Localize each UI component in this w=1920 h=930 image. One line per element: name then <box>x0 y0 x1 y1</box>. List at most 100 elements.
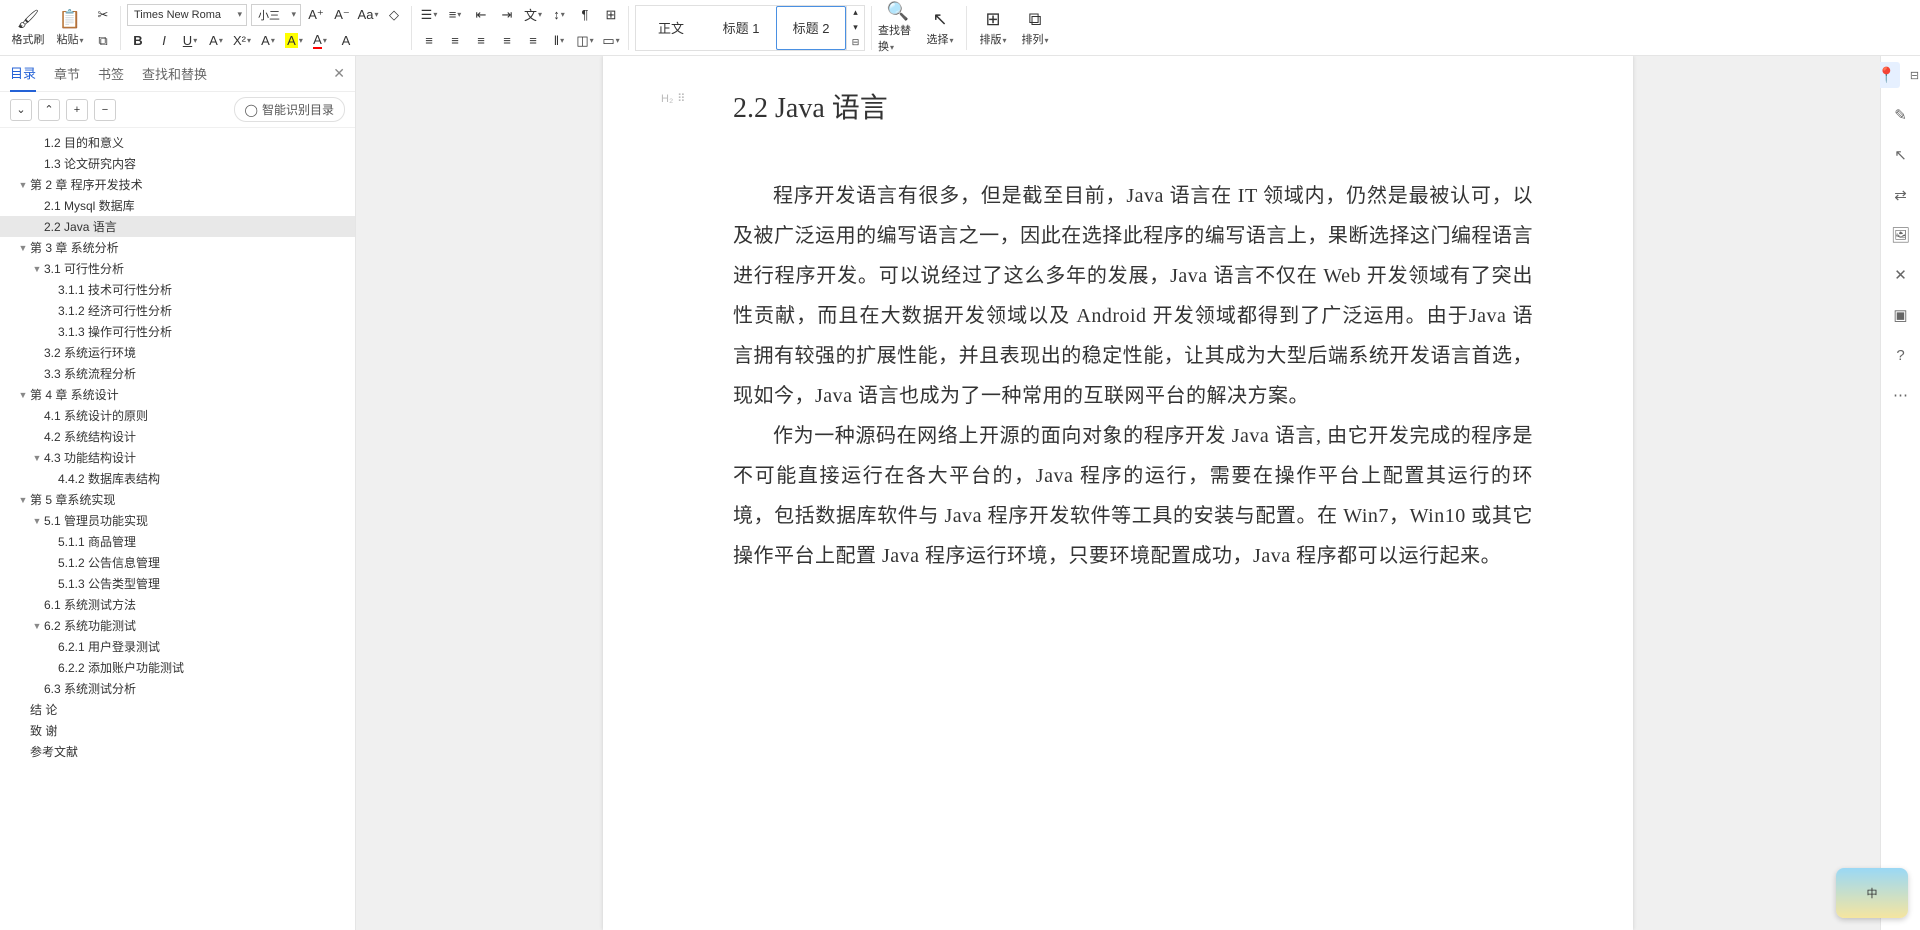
copy-button[interactable]: ⧉ <box>92 30 114 52</box>
align-justify-button[interactable]: ≡ <box>496 30 518 52</box>
align-right-button[interactable]: ≡ <box>470 30 492 52</box>
heading-level-indicator[interactable]: H₂ ⠿ <box>661 92 685 105</box>
outline-item[interactable]: 3.1.3 操作可行性分析 <box>0 321 355 342</box>
layout-button[interactable]: ⊞ 排版 <box>973 2 1013 54</box>
italic-button[interactable]: I <box>153 30 175 52</box>
find-replace-button[interactable]: 🔍 查找替换 <box>878 2 918 54</box>
outline-item[interactable]: 3.3 系统流程分析 <box>0 363 355 384</box>
paragraph[interactable]: 作为一种源码在网络上开源的面向对象的程序开发 Java 语言, 由它开发完成的程… <box>733 416 1533 576</box>
sidebar-close-button[interactable]: ✕ <box>333 65 345 82</box>
outline-item[interactable]: ▼3.1 可行性分析 <box>0 258 355 279</box>
highlight-color-button[interactable]: A <box>283 30 305 52</box>
decrease-font-button[interactable]: A⁻ <box>331 4 353 26</box>
outline-item[interactable]: 1.3 论文研究内容 <box>0 153 355 174</box>
outline-item[interactable]: ▼第 5 章系统实现 <box>0 489 355 510</box>
outline-collapse-button[interactable]: ⌄ <box>10 99 32 121</box>
outline-item[interactable]: 3.1.1 技术可行性分析 <box>0 279 355 300</box>
outline-item[interactable]: 参考文献 <box>0 741 355 762</box>
smart-recognize-outline-button[interactable]: ◯ 智能识别目录 <box>234 97 345 122</box>
outline-item[interactable]: 致 谢 <box>0 720 355 741</box>
more-button[interactable]: ⋯ <box>1888 382 1914 408</box>
paragraph[interactable]: 程序开发语言有很多，但是截至目前，Java 语言在 IT 领域内，仍然是最被认可… <box>733 176 1533 416</box>
edit-tool-button[interactable]: ✎ <box>1888 102 1914 128</box>
style-normal[interactable]: 正文 <box>636 6 706 50</box>
numbered-list-button[interactable]: ≡ <box>444 4 466 26</box>
strikethrough-button[interactable]: A <box>205 30 227 52</box>
outline-item[interactable]: ▼6.2 系统功能测试 <box>0 615 355 636</box>
outline-twisty-icon[interactable]: ▼ <box>30 621 44 631</box>
input-method-widget[interactable]: 中 <box>1836 868 1908 918</box>
outline-item[interactable]: 3.1.2 经济可行性分析 <box>0 300 355 321</box>
paste-button[interactable]: 📋 粘贴 <box>50 2 90 54</box>
outline-item[interactable]: 6.2.1 用户登录测试 <box>0 636 355 657</box>
style-gallery-expand[interactable]: ⊟ <box>847 35 864 50</box>
tab-bookmark[interactable]: 书签 <box>98 56 124 91</box>
outline-twisty-icon[interactable]: ▼ <box>30 516 44 526</box>
tab-outline[interactable]: 目录 <box>10 55 36 92</box>
style-scroll-down[interactable]: ▾ <box>847 20 864 35</box>
outline-add-button[interactable]: + <box>66 99 88 121</box>
style-heading1[interactable]: 标题 1 <box>706 6 776 50</box>
align-distribute-button[interactable]: ≡ <box>522 30 544 52</box>
align-center-button[interactable]: ≡ <box>444 30 466 52</box>
show-marks-button[interactable]: ¶ <box>574 4 596 26</box>
outline-item[interactable]: 6.1 系统测试方法 <box>0 594 355 615</box>
format-painter-button[interactable]: 🖌 格式刷 <box>8 2 48 54</box>
image-tool-button[interactable]: 🖼 <box>1888 222 1914 248</box>
outline-item[interactable]: 1.2 目的和意义 <box>0 132 355 153</box>
bold-button[interactable]: B <box>127 30 149 52</box>
outline-item[interactable]: ▼第 3 章 系统分析 <box>0 237 355 258</box>
increase-font-button[interactable]: A⁺ <box>305 4 327 26</box>
tools-button[interactable]: ✕ <box>1888 262 1914 288</box>
outline-item[interactable]: 5.1.2 公告信息管理 <box>0 552 355 573</box>
outline-item[interactable]: 结 论 <box>0 699 355 720</box>
superscript-button[interactable]: X² <box>231 30 253 52</box>
phonetic-guide-button[interactable]: A <box>335 30 357 52</box>
font-family-select[interactable]: Times New Roma <box>127 4 247 26</box>
borders-button[interactable]: ▭ <box>600 30 622 52</box>
outline-item[interactable]: 5.1.3 公告类型管理 <box>0 573 355 594</box>
outline-twisty-icon[interactable]: ▼ <box>16 390 30 400</box>
select-button[interactable]: ↖ 选择 <box>920 2 960 54</box>
line-spacing-button[interactable]: ‖ <box>548 30 570 52</box>
outline-twisty-icon[interactable]: ▼ <box>30 453 44 463</box>
cut-button[interactable]: ✂ <box>92 4 114 26</box>
outline-remove-button[interactable]: − <box>94 99 116 121</box>
show-marks2-button[interactable]: ⊞ <box>600 4 622 26</box>
shading-button[interactable]: ◫ <box>574 30 596 52</box>
outline-item[interactable]: ▼第 2 章 程序开发技术 <box>0 174 355 195</box>
underline-button[interactable]: U <box>179 30 201 52</box>
arrange-button[interactable]: ⧉ 排列 <box>1015 2 1055 54</box>
outline-item[interactable]: ▼5.1 管理员功能实现 <box>0 510 355 531</box>
align-left-button[interactable]: ≡ <box>418 30 440 52</box>
select-tool-button[interactable]: ↖ <box>1888 142 1914 168</box>
text-direction-button[interactable]: 文 <box>522 4 544 26</box>
outline-item[interactable]: 4.1 系统设计的原则 <box>0 405 355 426</box>
decrease-indent-button[interactable]: ⇤ <box>470 4 492 26</box>
outline-item[interactable]: 4.2 系统结构设计 <box>0 426 355 447</box>
outline-item[interactable]: 6.2.2 添加账户功能测试 <box>0 657 355 678</box>
share-tool-button[interactable]: ⇄ <box>1888 182 1914 208</box>
outline-twisty-icon[interactable]: ▼ <box>16 243 30 253</box>
outline-item[interactable]: 5.1.1 商品管理 <box>0 531 355 552</box>
document-viewport[interactable]: H₂ ⠿ 2.2 Java 语言 程序开发语言有很多，但是截至目前，Java 语… <box>356 56 1880 930</box>
sort-button[interactable]: ↕ <box>548 4 570 26</box>
outline-item[interactable]: ▼第 4 章 系统设计 <box>0 384 355 405</box>
outline-twisty-icon[interactable]: ▼ <box>16 180 30 190</box>
outline-expand-button[interactable]: ⌃ <box>38 99 60 121</box>
outline-tree[interactable]: 1.2 目的和意义1.3 论文研究内容▼第 2 章 程序开发技术2.1 Mysq… <box>0 128 355 930</box>
outline-item[interactable]: 2.1 Mysql 数据库 <box>0 195 355 216</box>
change-case-button[interactable]: Aa <box>357 4 379 26</box>
heading-2[interactable]: 2.2 Java 语言 <box>733 86 1533 126</box>
tab-find-replace[interactable]: 查找和替换 <box>142 56 207 91</box>
font-size-select[interactable]: 小三 <box>251 4 301 26</box>
outline-item[interactable]: 3.2 系统运行环境 <box>0 342 355 363</box>
outline-twisty-icon[interactable]: ▼ <box>30 264 44 274</box>
clear-format-button[interactable]: ◇ <box>383 4 405 26</box>
help-button[interactable]: ? <box>1888 342 1914 368</box>
tab-chapter[interactable]: 章节 <box>54 56 80 91</box>
text-effects-button[interactable]: A <box>257 30 279 52</box>
font-color-button[interactable]: A <box>309 30 331 52</box>
outline-item[interactable]: ▼4.3 功能结构设计 <box>0 447 355 468</box>
outline-item[interactable]: 6.3 系统测试分析 <box>0 678 355 699</box>
